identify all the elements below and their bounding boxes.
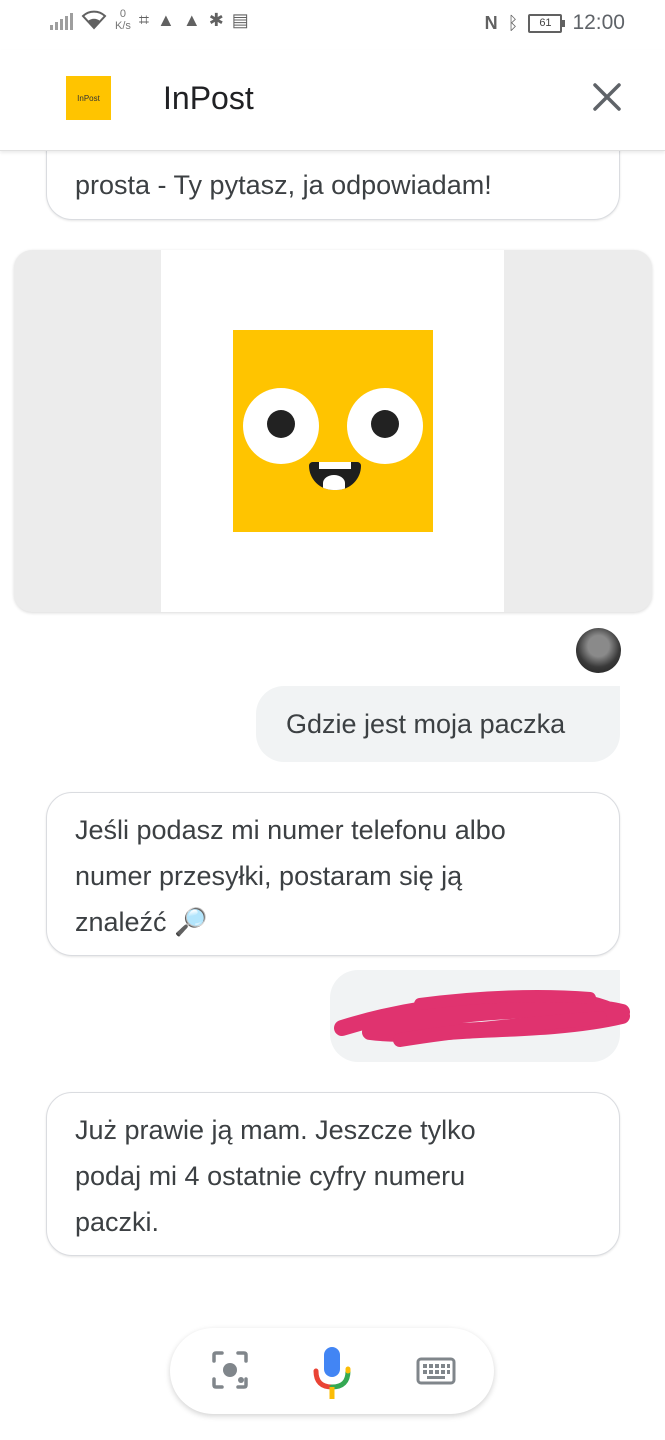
net-speed-unit: K/s [115, 20, 131, 32]
calendar-icon: ▤ [231, 10, 249, 30]
user-avatar [576, 628, 621, 673]
bot-message-1-line-3: znaleźć 🔎 [75, 907, 208, 937]
bot-message-1-line-2: numer przesyłki, postaram się ją [75, 861, 463, 891]
bot-message-1-line-1: Jeśli podasz mi numer telefonu albo [75, 815, 506, 845]
image-card-inner [161, 250, 504, 612]
microphone-icon [313, 1347, 351, 1399]
slack-icon: ⌗ [138, 10, 150, 30]
signal-icon [50, 10, 73, 30]
nfc-icon: N [484, 13, 498, 33]
status-right-icons: N ᛒ 61 12:00 [485, 11, 625, 35]
bluetooth-icon: ᛒ [507, 13, 519, 33]
user-message-1: Gdzie jest moja paczka [256, 686, 620, 762]
wifi-icon [81, 10, 107, 30]
status-left-icons: 0 K/s ⌗ ▲ ▲ ✱ ▤ [50, 8, 249, 32]
status-bar: 0 K/s ⌗ ▲ ▲ ✱ ▤ N ᛒ 61 12:00 [0, 0, 665, 50]
navigation-icon: ▲ [157, 10, 175, 30]
logo-text: InPost [77, 93, 100, 103]
mascot-right-eye [347, 388, 423, 464]
close-icon [593, 83, 621, 111]
lens-icon [212, 1351, 248, 1389]
net-speed: 0 K/s [115, 8, 131, 32]
image-card[interactable] [14, 250, 652, 612]
bot-message-2-line-1: Już prawie ją mam. Jeszcze tylko [75, 1115, 476, 1145]
user-message-1-text: Gdzie jest moja paczka [286, 709, 566, 739]
bot-message-partial: prosta - Ty pytasz, ja odpowiadam! [46, 140, 620, 220]
redaction-scribble [334, 990, 630, 1047]
close-button[interactable] [587, 77, 627, 117]
user-message-redacted [330, 970, 630, 1062]
bot-message-1: Jeśli podasz mi numer telefonu albo nume… [46, 792, 620, 956]
lens-button[interactable] [210, 1349, 250, 1398]
battery-icon: 61 [528, 13, 566, 33]
keyboard-icon [416, 1357, 456, 1385]
bot-message-2-line-2: podaj mi 4 ostatnie cyfry numeru [75, 1161, 466, 1191]
mascot-left-eye [243, 388, 319, 464]
page-title: InPost [163, 80, 254, 116]
status-time: 12:00 [572, 11, 625, 34]
bot-message-2-line-3: paczki. [75, 1207, 160, 1237]
assistant-input-bar [170, 1328, 494, 1414]
app-header: InPost InPost [0, 50, 665, 151]
navigation-icon-2: ▲ [182, 10, 201, 30]
bot-message-partial-text: prosta - Ty pytasz, ja odpowiadam! [75, 170, 492, 200]
bluetooth-small-icon: ✱ [208, 10, 224, 30]
mascot-mouth [309, 462, 361, 490]
microphone-button[interactable] [312, 1345, 352, 1406]
inpost-mascot-image [233, 330, 433, 532]
bot-message-2: Już prawie ją mam. Jeszcze tylko podaj m… [46, 1092, 620, 1256]
inpost-logo[interactable]: InPost [66, 76, 111, 120]
net-speed-value: 0 [119, 8, 127, 20]
keyboard-button[interactable] [416, 1355, 456, 1392]
